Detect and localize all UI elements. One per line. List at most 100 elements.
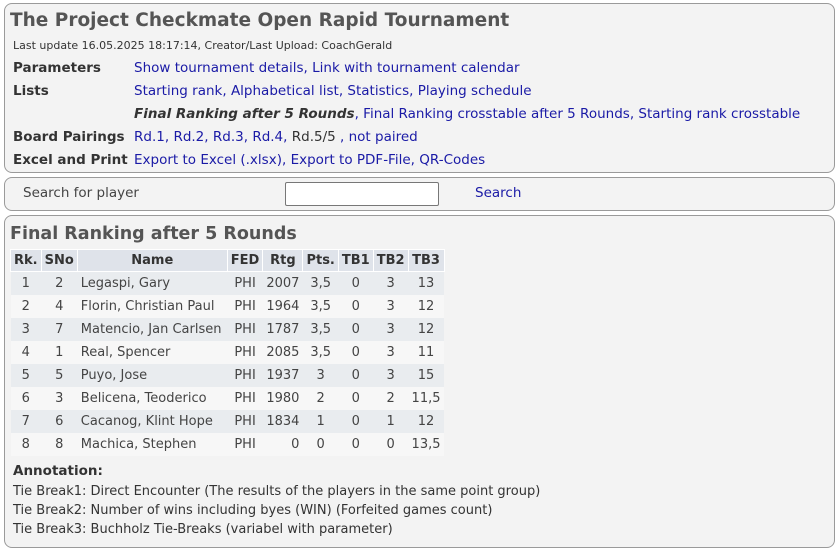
excel-print-links: Export to Excel (.xlsx), Export to PDF-F… [134, 152, 486, 168]
player-name-link[interactable]: Machica, Stephen [77, 432, 228, 456]
rating-cell: 1834 [262, 409, 303, 433]
rating-cell: 0 [262, 432, 303, 456]
board-pairings-label: Board Pairings [13, 129, 125, 145]
tb1-cell: 0 [338, 409, 374, 433]
federation-cell: PHI [227, 363, 263, 387]
tb2-cell: 3 [373, 271, 409, 295]
ranking-table: Rk. SNo Name FED Rtg Pts. TB1 TB2 TB3 12… [10, 249, 445, 456]
statistics-link[interactable]: Statistics [347, 83, 409, 99]
rank-cell: 8 [10, 432, 42, 456]
tb2-cell: 1 [373, 409, 409, 433]
alphabetical-list-link[interactable]: Alphabetical list [231, 83, 339, 99]
sno-cell: 4 [41, 294, 78, 318]
lists-links: Starting rank, Alphabetical list, Statis… [134, 83, 532, 99]
playing-schedule-link[interactable]: Playing schedule [418, 83, 532, 99]
search-input[interactable] [285, 182, 439, 206]
col-name: Name [76, 249, 228, 272]
sno-cell: 1 [41, 340, 78, 364]
tb3-cell: 15 [408, 363, 445, 387]
tb1-cell: 0 [338, 271, 374, 295]
player-name-link[interactable]: Florin, Christian Paul [77, 294, 228, 318]
player-name-link[interactable]: Legaspi, Gary [77, 271, 228, 295]
excel-print-label: Excel and Print [13, 152, 128, 168]
col-rank: Rk. [10, 249, 42, 272]
final-crosstable-link[interactable]: Final Ranking crosstable after 5 Rounds [363, 106, 630, 122]
search-panel: Search for player Search [4, 177, 835, 211]
tb2-cell: 3 [373, 340, 409, 364]
final-ranking-current: Final Ranking after 5 Rounds [134, 106, 355, 122]
rank-cell: 4 [10, 340, 42, 364]
round-2-link[interactable]: Rd.2 [173, 129, 204, 145]
search-label: Search for player [23, 185, 139, 201]
table-row: 7 6 Cacanog, Klint Hope PHI 1834 1 0 1 12 [10, 409, 445, 433]
rating-cell: 1964 [262, 294, 303, 318]
federation-cell: PHI [227, 432, 263, 456]
federation-cell: PHI [227, 271, 263, 295]
tb1-cell: 0 [338, 363, 374, 387]
sno-cell: 5 [41, 363, 78, 387]
tb3-cell: 11 [408, 340, 445, 364]
show-tournament-details-link[interactable]: Show tournament details [134, 60, 304, 76]
rating-cell: 2085 [262, 340, 303, 364]
points-cell: 3,5 [302, 294, 339, 318]
player-name-link[interactable]: Cacanog, Klint Hope [77, 409, 228, 433]
points-cell: 3 [302, 363, 339, 387]
export-excel-link[interactable]: Export to Excel (.xlsx) [134, 152, 282, 168]
tournament-header-panel: The Project Checkmate Open Rapid Tournam… [4, 3, 835, 173]
round-5-current: Rd.5/5 [291, 129, 336, 145]
points-cell: 3,5 [302, 340, 339, 364]
table-row: 6 3 Belicena, Teoderico PHI 1980 2 0 2 11,5 [10, 386, 445, 410]
federation-cell: PHI [227, 340, 263, 364]
federation-cell: PHI [227, 409, 263, 433]
points-cell: 1 [302, 409, 339, 433]
tb2-cell: 3 [373, 363, 409, 387]
annotation-tb2: Tie Break2: Number of wins including bye… [13, 503, 493, 518]
federation-cell: PHI [227, 294, 263, 318]
lists-label: Lists [13, 83, 49, 99]
not-paired-link[interactable]: not paired [349, 129, 418, 145]
points-cell: 0 [302, 432, 339, 456]
export-pdf-link[interactable]: Export to PDF-File [291, 152, 411, 168]
col-fed: FED [226, 249, 264, 272]
round-4-link[interactable]: Rd.4 [252, 129, 283, 145]
board-pairings-links: Rd.1, Rd.2, Rd.3, Rd.4, Rd.5/5 , not pai… [134, 129, 418, 145]
player-name-link[interactable]: Real, Spencer [77, 340, 228, 364]
tb3-cell: 12 [408, 317, 445, 341]
rating-cell: 1937 [262, 363, 303, 387]
col-pts: Pts. [302, 249, 339, 272]
tb1-cell: 0 [338, 386, 374, 410]
tournament-calendar-link[interactable]: Link with tournament calendar [312, 60, 519, 76]
ranking-title: Final Ranking after 5 Rounds [10, 224, 297, 244]
player-name-link[interactable]: Puyo, Jose [77, 363, 228, 387]
tb3-cell: 12 [408, 294, 445, 318]
ranking-header-row: Rk. SNo Name FED Rtg Pts. TB1 TB2 TB3 [10, 249, 445, 272]
col-tb2: TB2 [372, 249, 409, 272]
col-tb1: TB1 [337, 249, 374, 272]
starting-crosstable-link[interactable]: Starting rank crosstable [638, 106, 800, 122]
tb3-cell: 12 [408, 409, 445, 433]
tb1-cell: 0 [338, 317, 374, 341]
tb3-cell: 11,5 [408, 386, 445, 410]
round-3-link[interactable]: Rd.3 [213, 129, 244, 145]
tb2-cell: 2 [373, 386, 409, 410]
tb2-cell: 0 [373, 432, 409, 456]
tb2-cell: 3 [373, 317, 409, 341]
rank-cell: 2 [10, 294, 42, 318]
table-row: 1 2 Legaspi, Gary PHI 2007 3,5 0 3 13 [10, 271, 445, 295]
last-update-info: Last update 16.05.2025 18:17:14, Creator… [13, 39, 393, 52]
parameters-links: Show tournament details, Link with tourn… [134, 60, 520, 76]
qr-codes-link[interactable]: QR-Codes [419, 152, 485, 168]
search-button[interactable]: Search [475, 185, 521, 201]
table-row: 4 1 Real, Spencer PHI 2085 3,5 0 3 11 [10, 340, 445, 364]
player-name-link[interactable]: Matencio, Jan Carlsen [77, 317, 228, 341]
sno-cell: 6 [41, 409, 78, 433]
tb1-cell: 0 [338, 294, 374, 318]
federation-cell: PHI [227, 317, 263, 341]
round-1-link[interactable]: Rd.1 [134, 129, 165, 145]
federation-cell: PHI [227, 386, 263, 410]
col-tb3: TB3 [407, 249, 445, 272]
points-cell: 2 [302, 386, 339, 410]
annotation-tb1: Tie Break1: Direct Encounter (The result… [13, 484, 541, 499]
starting-rank-link[interactable]: Starting rank [134, 83, 222, 99]
player-name-link[interactable]: Belicena, Teoderico [77, 386, 228, 410]
